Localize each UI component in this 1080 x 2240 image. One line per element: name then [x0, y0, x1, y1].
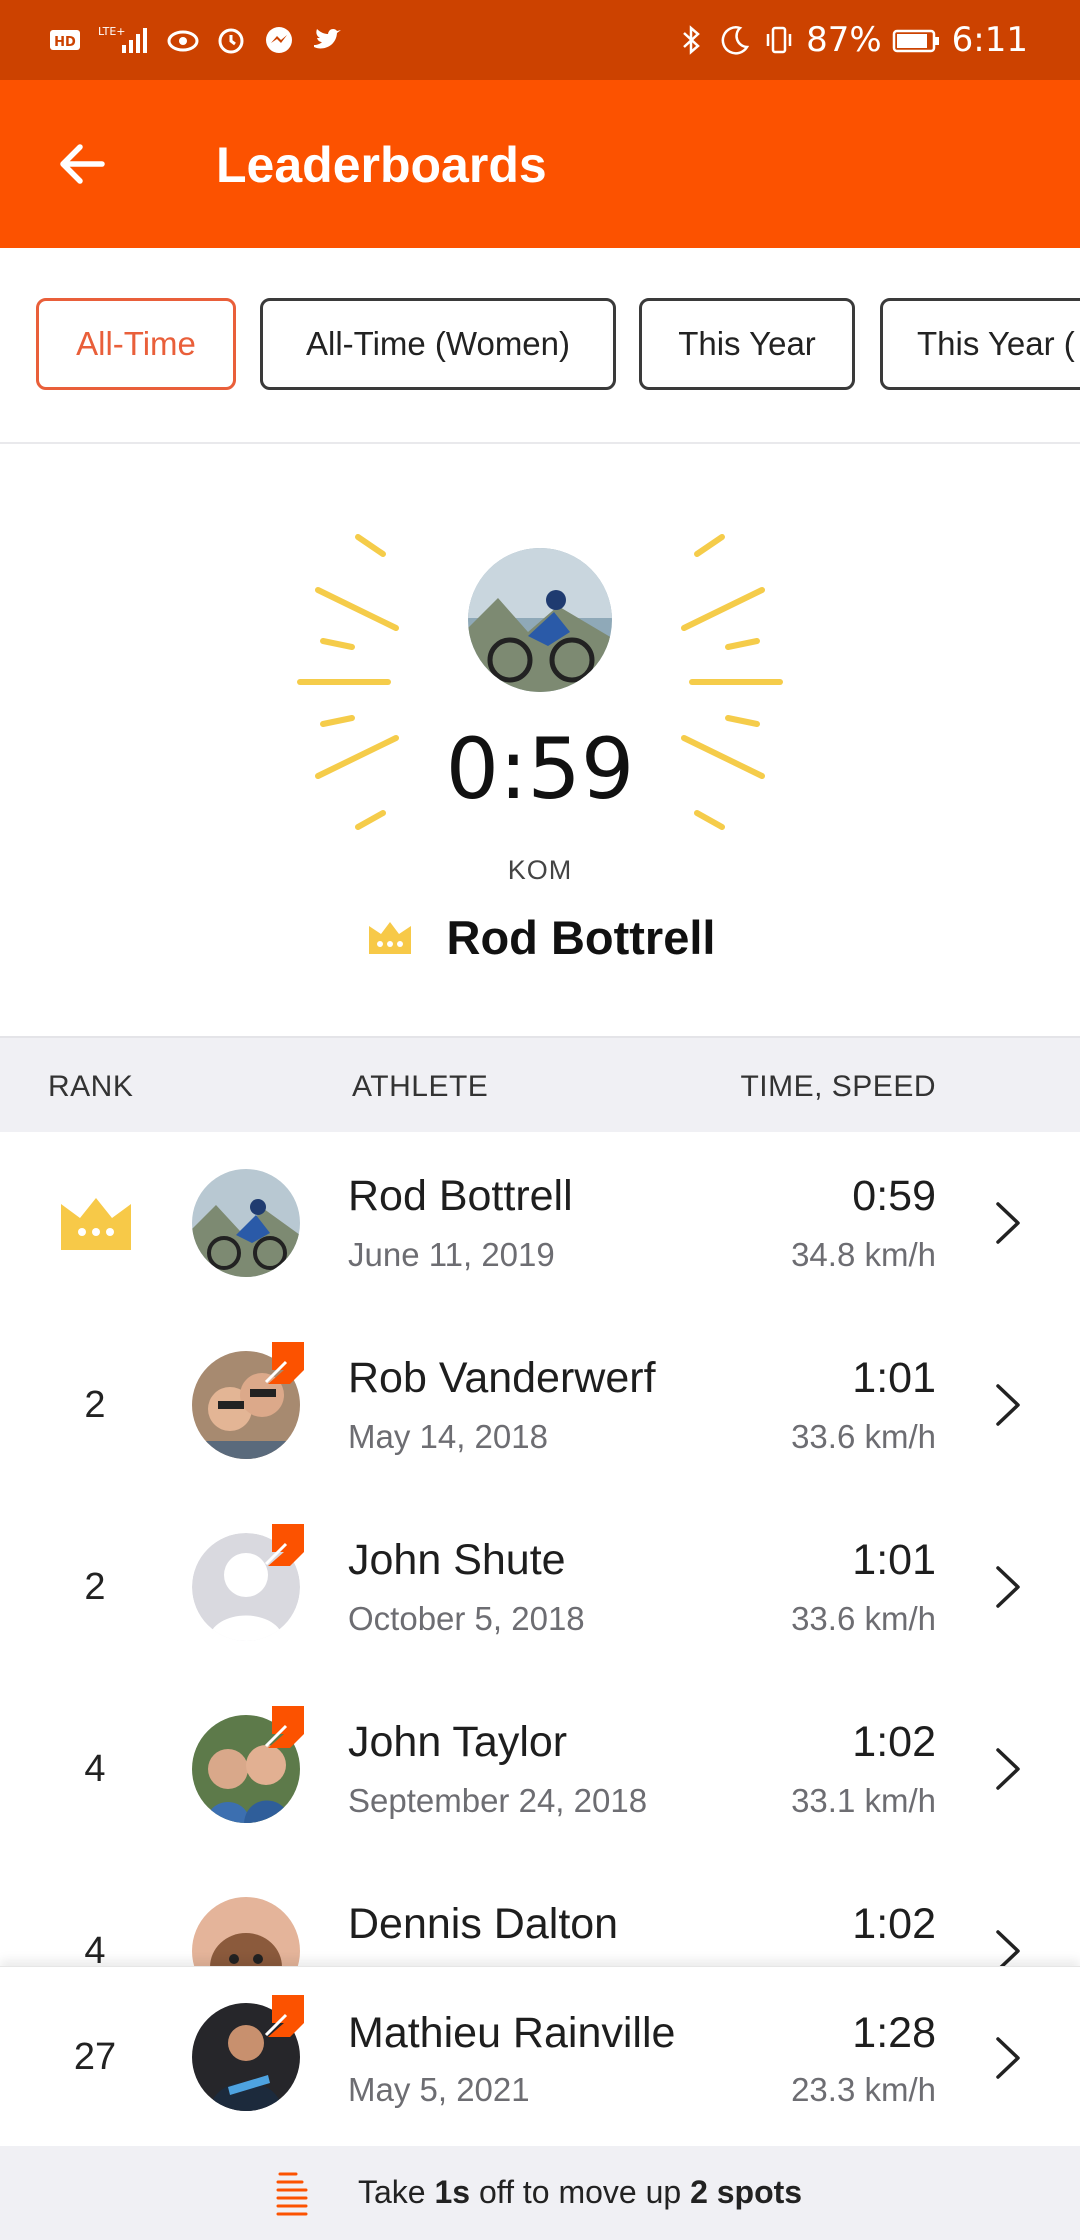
kom-time: 0:59 — [445, 720, 635, 818]
svg-text:LTE+: LTE+ — [98, 25, 126, 38]
bluetooth-icon — [683, 25, 700, 55]
moon-icon — [721, 26, 750, 55]
effort-time: 1:28 — [852, 2009, 936, 2057]
athlete-name: John Taylor — [348, 1718, 568, 1766]
effort-time: 0:59 — [852, 1172, 936, 1220]
tab-this-year[interactable]: This Year — [639, 298, 855, 390]
improvement-tip-text: Take 1s off to move up 2 spots — [358, 2174, 802, 2211]
leaderboard-list-icon — [276, 2172, 308, 2216]
effort-speed: 33.6 km/h — [791, 1418, 936, 1455]
effort-time: 1:02 — [852, 1718, 936, 1766]
status-bar: HD LTE+ 87% 6:11 — [0, 0, 1080, 80]
kom-holder-name: Rod Bottrell — [446, 911, 716, 964]
athlete-name: Mathieu Rainville — [348, 2009, 676, 2057]
chevron-right-icon — [996, 1748, 1020, 1790]
leaderboard-row[interactable]: Rod Bottrell June 11, 2019 0:59 34.8 km/… — [0, 1132, 1080, 1316]
kom-holder: Rod Bottrell — [0, 910, 1080, 965]
rank-number: 4 — [84, 1748, 106, 1790]
twitter-icon — [314, 29, 341, 49]
tip-spots: 2 spots — [690, 2174, 803, 2210]
avatar — [192, 1169, 300, 1277]
effort-date: May 14, 2018 — [348, 1418, 548, 1455]
status-bar-left-icons: HD LTE+ — [48, 18, 344, 62]
time-speed-header: TIME, SPEED — [740, 1070, 936, 1103]
tab-all-time[interactable]: All-Time — [36, 298, 236, 390]
effort-time: 1:02 — [852, 1900, 936, 1948]
page-title: Leaderboards — [216, 137, 547, 193]
effort-date: October 5, 2018 — [348, 1600, 585, 1637]
back-arrow-icon[interactable] — [52, 134, 112, 194]
tip-prefix: Take — [358, 2174, 435, 2210]
rank-number: 2 — [84, 1566, 106, 1608]
lte-signal-icon: LTE+ — [98, 25, 147, 53]
subscriber-badge-icon — [264, 1995, 304, 2037]
effort-date: June 11, 2019 — [348, 1236, 555, 1273]
tab-this-year-women[interactable]: This Year ( — [880, 298, 1080, 390]
crown-icon — [61, 1198, 131, 1250]
effort-date: May 5, 2021 — [348, 2071, 530, 2108]
battery-percent: 87% — [806, 20, 882, 60]
filter-tabs: All-Time All-Time (Women) This Year This… — [0, 248, 1080, 444]
rank-header: RANK — [48, 1070, 134, 1103]
effort-time: 1:01 — [852, 1536, 936, 1584]
alarm-icon — [218, 28, 244, 54]
eye-icon — [167, 30, 199, 52]
status-bar-right: 87% 6:11 — [674, 18, 1028, 62]
crown-icon — [368, 921, 411, 954]
chevron-right-icon — [996, 1384, 1020, 1426]
hd-icon: HD — [50, 30, 80, 50]
svg-text:HD: HD — [54, 35, 76, 50]
athlete-header: ATHLETE — [352, 1070, 489, 1103]
improvement-tip: Take 1s off to move up 2 spots — [0, 2146, 1080, 2240]
clock: 6:11 — [951, 20, 1028, 60]
vibrate-icon — [766, 26, 792, 54]
subscriber-badge-icon — [264, 1342, 304, 1384]
messenger-icon — [266, 27, 292, 53]
effort-speed: 33.6 km/h — [791, 1600, 936, 1637]
app-bar: Leaderboards — [0, 80, 1080, 248]
effort-speed: 23.3 km/h — [791, 2071, 936, 2108]
tip-middle: off to move up — [470, 2174, 691, 2210]
athlete-name: Dennis Dalton — [348, 1900, 619, 1948]
effort-date: September 24, 2018 — [348, 1782, 648, 1819]
effort-time: 1:01 — [852, 1354, 936, 1402]
athlete-name: Rob Vanderwerf — [348, 1354, 656, 1402]
leaderboard-row[interactable]: 2 Rob Vanderwerf May 14, 2018 1:01 33.6 … — [0, 1314, 1080, 1498]
tip-amount: 1s — [434, 2174, 471, 2210]
rank-number: 27 — [73, 2036, 117, 2078]
tab-all-time-women[interactable]: All-Time (Women) — [260, 298, 616, 390]
athlete-name: Rod Bottrell — [348, 1172, 573, 1220]
subscriber-badge-icon — [264, 1524, 304, 1566]
chevron-right-icon — [996, 1202, 1020, 1244]
leaderboard-row[interactable]: 2 John Shute October 5, 2018 1:01 33.6 k… — [0, 1496, 1080, 1680]
kom-avatar — [468, 548, 612, 692]
rank-number: 2 — [84, 1384, 106, 1426]
effort-speed: 34.8 km/h — [791, 1236, 936, 1273]
my-effort-row[interactable]: 27 Mathieu Rainville May 5, 2021 1:28 23… — [0, 1966, 1080, 2147]
leaderboard-row[interactable]: 4 John Taylor September 24, 2018 1:02 33… — [0, 1678, 1080, 1862]
chevron-right-icon — [996, 2037, 1020, 2079]
athlete-name: John Shute — [348, 1536, 566, 1584]
kom-label: KOM — [507, 855, 573, 885]
subscriber-badge-icon — [264, 1706, 304, 1748]
battery-icon — [892, 29, 939, 53]
chevron-right-icon — [996, 1566, 1020, 1608]
table-header: RANK ATHLETE TIME, SPEED — [0, 1036, 1080, 1136]
effort-speed: 33.1 km/h — [791, 1782, 936, 1819]
